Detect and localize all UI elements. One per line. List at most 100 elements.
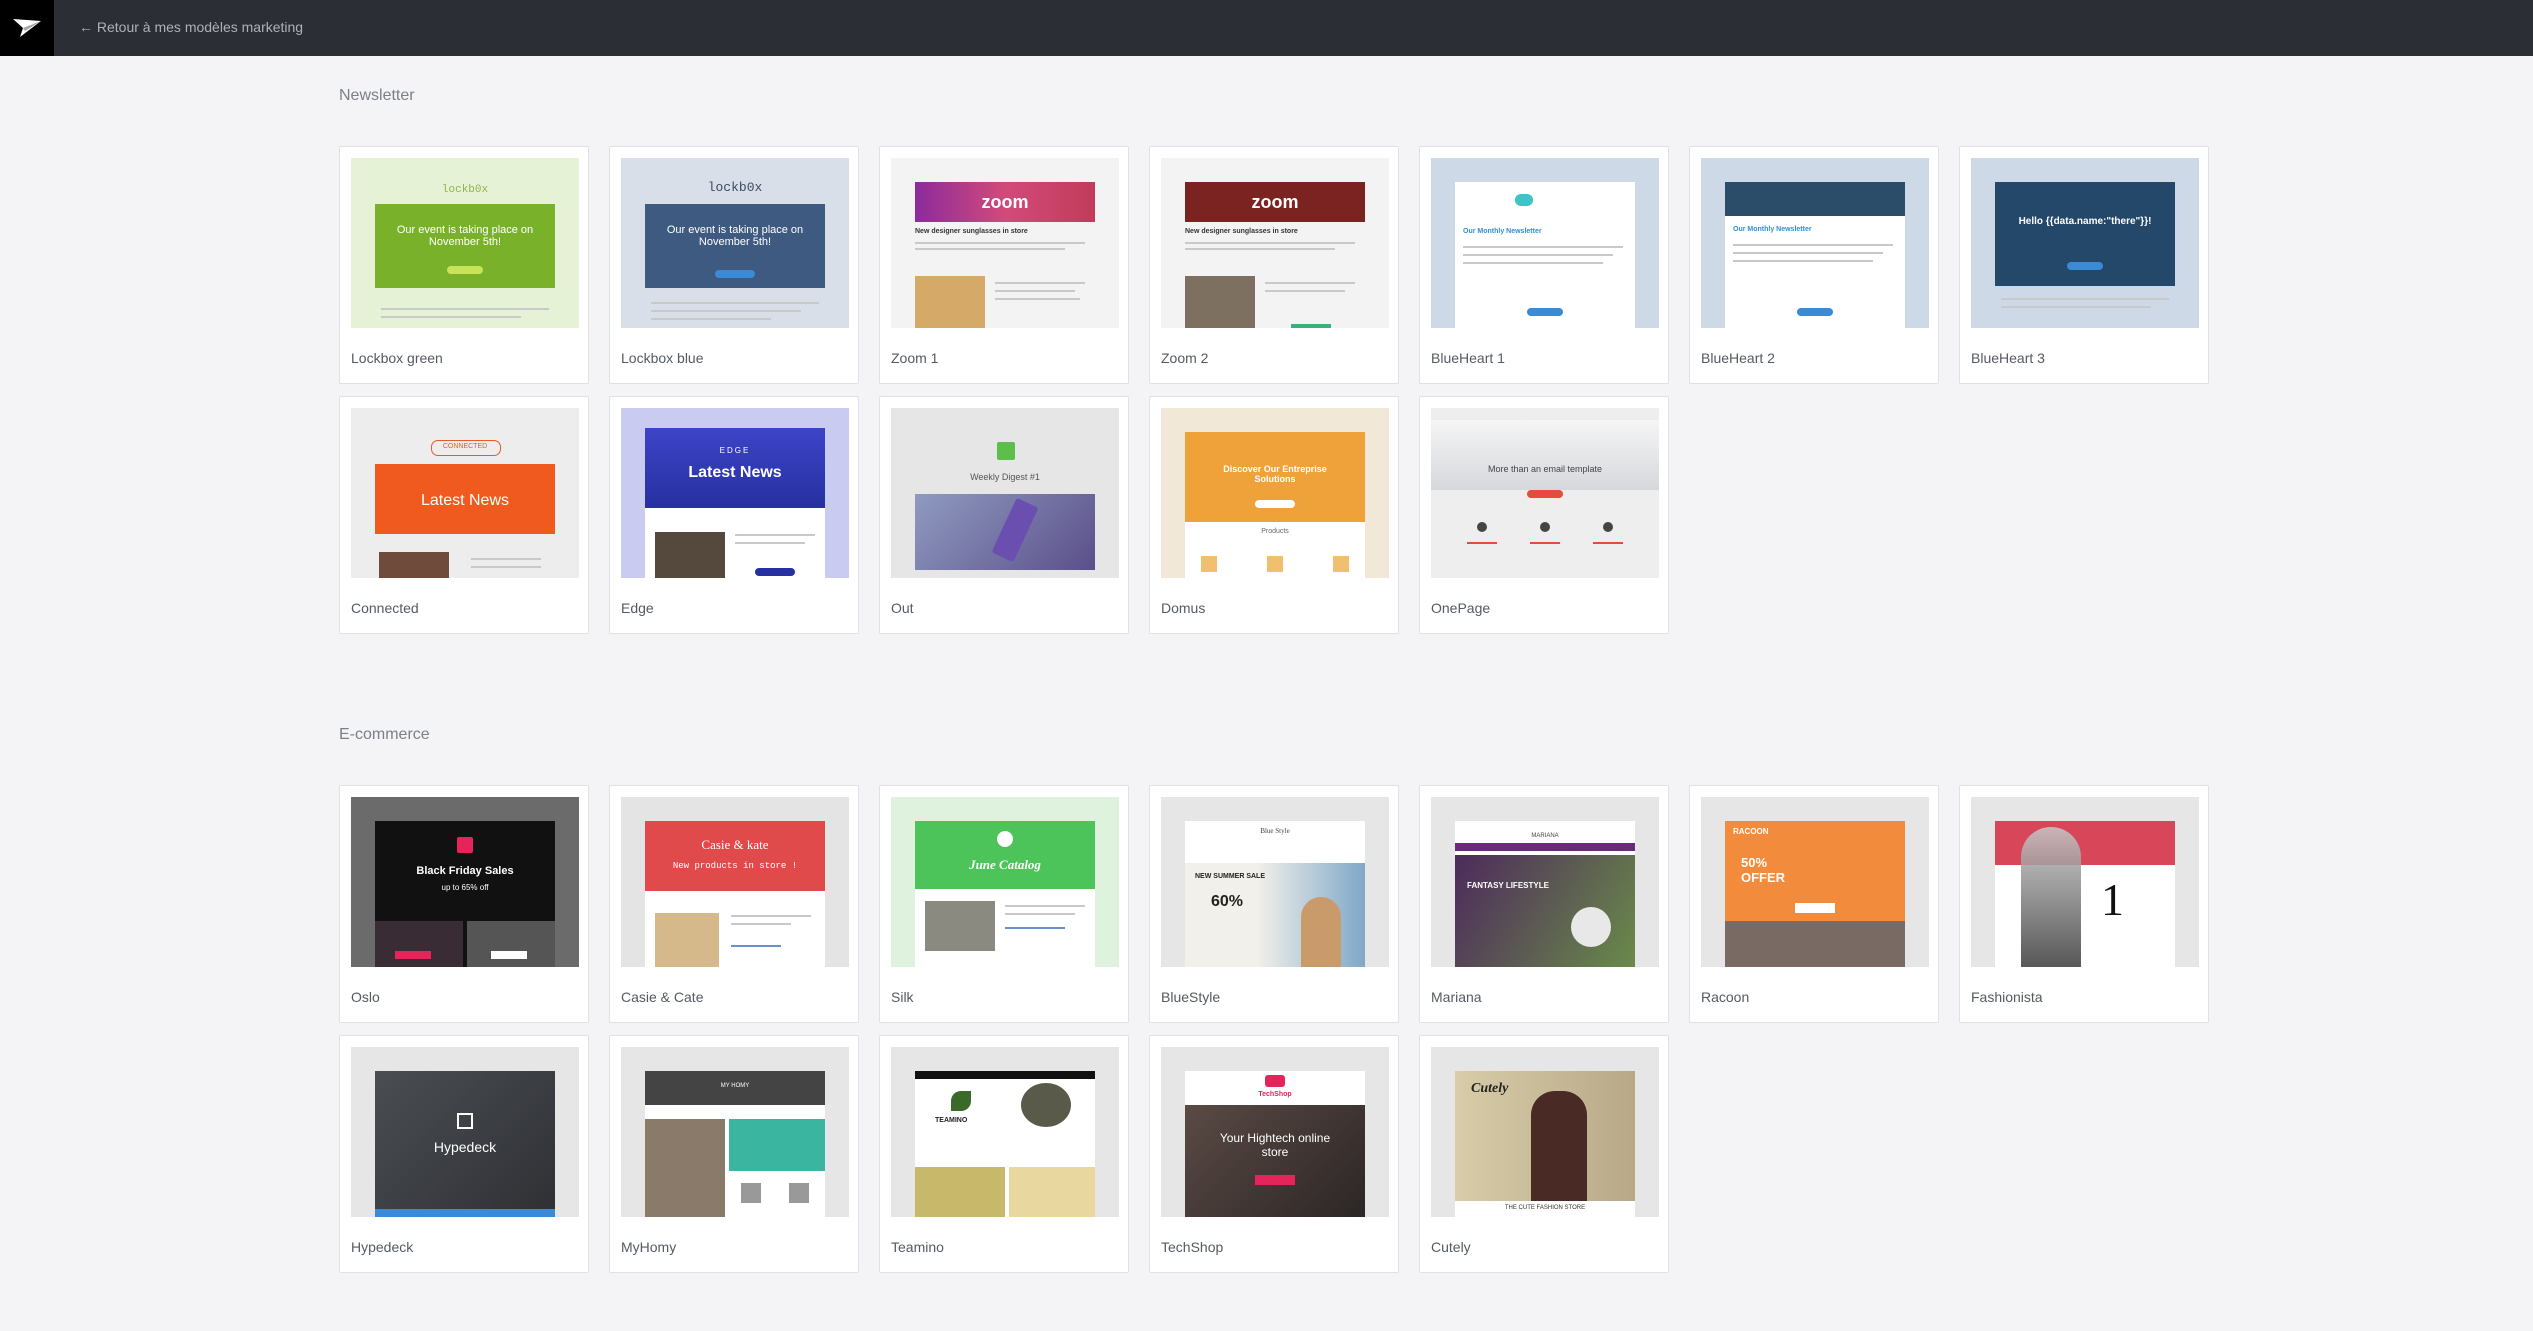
template-card-edge[interactable]: EDGE Latest News Edge — [609, 396, 859, 634]
thumb-brand: zoom — [981, 192, 1029, 212]
template-thumbnail: More than an email template — [1431, 408, 1659, 578]
template-card-out[interactable]: Weekly Digest #1 Out — [879, 396, 1129, 634]
thumb-headline: Hello {{data.name:"there"}}! — [2018, 216, 2152, 227]
thumb-brand: Cutely — [1471, 1081, 1509, 1096]
template-thumbnail: Blue Style NEW SUMMER SALE 60% — [1161, 797, 1389, 967]
template-card-teamino[interactable]: TEAMINO Teamino — [879, 1035, 1129, 1273]
template-thumbnail: Hypedeck — [351, 1047, 579, 1217]
template-name: BlueHeart 3 — [1971, 350, 2045, 366]
template-card-mariana[interactable]: MARIANA FANTASY LIFESTYLE Mariana — [1419, 785, 1669, 1023]
template-card-zoom-1[interactable]: zoom New designer sunglasses in store Zo… — [879, 146, 1129, 384]
template-card-domus[interactable]: Discover Our Entreprise Solutions Produc… — [1149, 396, 1399, 634]
template-thumbnail: Discover Our Entreprise Solutions Produc… — [1161, 408, 1389, 578]
thumb-headline: 50% OFFER — [1741, 855, 1786, 885]
thumb-brand: MY HOMY — [720, 1083, 750, 1089]
template-thumbnail: 1 — [1971, 797, 2199, 967]
template-card-myhomy[interactable]: MY HOMY MyHomy — [609, 1035, 859, 1273]
template-card-casie-cate[interactable]: Casie & kate New products in store ! Cas… — [609, 785, 859, 1023]
template-card-techshop[interactable]: TechShop Your Hightech online store Tech… — [1149, 1035, 1399, 1273]
template-card-blueheart-3[interactable]: Hello {{data.name:"there"}}! BlueHeart 3 — [1959, 146, 2209, 384]
thumb-brand: zoom — [1251, 192, 1299, 212]
thumb-subtext: up to 65% off — [441, 883, 489, 892]
template-name: Out — [891, 600, 914, 616]
template-name: BlueHeart 1 — [1431, 350, 1505, 366]
thumb-headline: FANTASY LIFESTYLE — [1467, 881, 1549, 890]
template-card-lockbox-green[interactable]: lockb0x Our event is taking place on Nov… — [339, 146, 589, 384]
paper-plane-icon — [13, 19, 41, 37]
template-card-connected[interactable]: CONNECTED Latest News Connected — [339, 396, 589, 634]
template-name: Racoon — [1701, 989, 1750, 1005]
template-thumbnail: June Catalog — [891, 797, 1119, 967]
thumb-headline: Our event is taking place on November 5t… — [396, 224, 534, 248]
thumb-headline: 1 — [2101, 874, 2124, 925]
thumb-headline: June Catalog — [969, 857, 1041, 872]
template-name: BlueHeart 2 — [1701, 350, 1775, 366]
template-name: OnePage — [1431, 600, 1491, 616]
template-card-zoom-2[interactable]: zoom New designer sunglasses in store Zo… — [1149, 146, 1399, 384]
template-card-silk[interactable]: June Catalog Silk — [879, 785, 1129, 1023]
template-thumbnail: EDGE Latest News — [621, 408, 849, 578]
thumb-subtext: Products — [1261, 528, 1289, 535]
section-title-newsletter: Newsletter — [339, 87, 415, 104]
template-name: Edge — [621, 600, 654, 616]
template-name: Oslo — [351, 989, 380, 1005]
thumb-brand: EDGE — [719, 446, 751, 455]
template-card-cutely[interactable]: Cutely THE CUTE FASHION STORE Cutely — [1419, 1035, 1669, 1273]
thumb-brand: RACOON — [1733, 827, 1769, 836]
template-card-fashionista[interactable]: 1 Fashionista — [1959, 785, 2209, 1023]
thumb-headline: Our Monthly Newsletter — [1733, 226, 1812, 233]
logo[interactable] — [0, 0, 54, 56]
template-name: Lockbox blue — [621, 350, 704, 366]
template-name: MyHomy — [621, 1239, 677, 1255]
thumb-brand: Casie & kate — [701, 837, 769, 852]
template-name: Domus — [1161, 600, 1206, 616]
template-card-onepage[interactable]: More than an email template OnePage — [1419, 396, 1669, 634]
template-thumbnail: Our Monthly Newsletter — [1431, 158, 1659, 328]
template-thumbnail: zoom New designer sunglasses in store — [1161, 158, 1389, 328]
thumb-headline: Black Friday Sales — [416, 865, 514, 877]
template-name: Hypedeck — [351, 1239, 414, 1255]
thumb-headline: Discover Our Entreprise Solutions — [1223, 464, 1327, 484]
thumb-brand: TechShop — [1258, 1091, 1292, 1098]
template-card-bluestyle[interactable]: Blue Style NEW SUMMER SALE 60% BlueStyle — [1149, 785, 1399, 1023]
thumb-brand: lockb0x — [707, 180, 763, 195]
template-thumbnail: MY HOMY — [621, 1047, 849, 1217]
thumb-headline: Weekly Digest #1 — [970, 472, 1040, 482]
template-thumbnail: CONNECTED Latest News — [351, 408, 579, 578]
thumb-headline: NEW SUMMER SALE — [1195, 873, 1265, 880]
thumb-headline: Latest News — [688, 464, 782, 481]
template-card-blueheart-1[interactable]: Our Monthly Newsletter BlueHeart 1 — [1419, 146, 1669, 384]
section-title-ecommerce: E-commerce — [339, 726, 430, 743]
thumb-headline: New designer sunglasses in store — [915, 228, 1028, 235]
template-thumbnail: Hello {{data.name:"there"}}! — [1971, 158, 2199, 328]
thumb-subtext: 60% — [1211, 893, 1244, 910]
thumb-headline: Hypedeck — [433, 1139, 497, 1155]
template-card-oslo[interactable]: Black Friday Sales up to 65% off Oslo — [339, 785, 589, 1023]
thumb-headline: THE CUTE FASHION STORE — [1504, 1205, 1586, 1211]
thumb-brand: CONNECTED — [442, 443, 488, 450]
template-name: BlueStyle — [1161, 989, 1221, 1005]
template-card-racoon[interactable]: RACOON 50% OFFER Racoon — [1689, 785, 1939, 1023]
template-thumbnail: lockb0x Our event is taking place on Nov… — [351, 158, 579, 328]
thumb-headline: Your Hightech online store — [1219, 1131, 1331, 1159]
template-card-blueheart-2[interactable]: Our Monthly Newsletter BlueHeart 2 — [1689, 146, 1939, 384]
ecommerce-grid: Black Friday Sales up to 65% off Oslo Ca… — [339, 785, 2209, 1273]
thumb-headline: New products in store ! — [672, 861, 798, 871]
template-name: Fashionista — [1971, 989, 2043, 1005]
template-name: Cutely — [1431, 1239, 1471, 1255]
back-to-templates-link[interactable]: ← Retour à mes modèles marketing — [79, 0, 303, 56]
thumb-headline: More than an email template — [1487, 464, 1603, 474]
thumb-brand: MARIANA — [1531, 833, 1559, 839]
template-name: Lockbox green — [351, 350, 443, 366]
template-name: Casie & Cate — [621, 989, 704, 1005]
template-name: Silk — [891, 989, 914, 1005]
thumb-brand: lockb0x — [441, 184, 489, 196]
template-thumbnail: Cutely THE CUTE FASHION STORE — [1431, 1047, 1659, 1217]
template-card-hypedeck[interactable]: Hypedeck Hypedeck — [339, 1035, 589, 1273]
template-name: Teamino — [891, 1239, 944, 1255]
template-name: Zoom 1 — [891, 350, 939, 366]
template-card-lockbox-blue[interactable]: lockb0x Our event is taking place on Nov… — [609, 146, 859, 384]
template-name: TechShop — [1161, 1239, 1224, 1255]
newsletter-grid: lockb0x Our event is taking place on Nov… — [339, 146, 2209, 634]
top-bar: ← Retour à mes modèles marketing — [0, 0, 2533, 56]
